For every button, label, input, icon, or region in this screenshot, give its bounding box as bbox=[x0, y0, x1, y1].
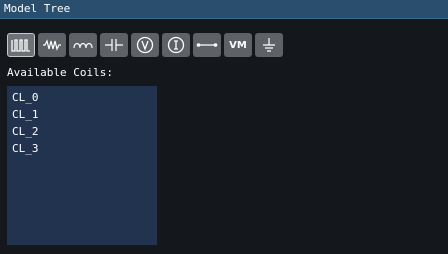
voltage-source-icon bbox=[136, 36, 154, 54]
coil-icon bbox=[11, 39, 30, 52]
list-item[interactable]: CL_0 bbox=[7, 89, 157, 106]
ground-button[interactable] bbox=[255, 33, 283, 57]
inductor-icon bbox=[73, 42, 93, 49]
voltage-source-button[interactable] bbox=[131, 33, 159, 57]
wire-icon bbox=[196, 43, 218, 47]
available-coils-label: Available Coils: bbox=[7, 66, 113, 79]
resistor-button[interactable] bbox=[38, 33, 66, 57]
current-source-button[interactable] bbox=[162, 33, 190, 57]
title-bar[interactable]: Model Tree bbox=[0, 0, 448, 19]
ground-icon bbox=[263, 38, 275, 52]
resistor-icon bbox=[43, 39, 61, 51]
wire-button[interactable] bbox=[193, 33, 221, 57]
inductor-button[interactable] bbox=[69, 33, 97, 57]
component-toolbar: VM bbox=[7, 33, 283, 57]
model-tree-panel: Model Tree VM Available Coils: CL_0 CL_1… bbox=[0, 0, 448, 254]
current-source-icon bbox=[167, 36, 185, 54]
list-item[interactable]: CL_1 bbox=[7, 106, 157, 123]
list-item[interactable]: CL_3 bbox=[7, 140, 157, 157]
window-title: Model Tree bbox=[4, 2, 71, 15]
list-item[interactable]: CL_2 bbox=[7, 123, 157, 140]
voltmeter-icon: VM bbox=[229, 39, 247, 51]
capacitor-button[interactable] bbox=[100, 33, 128, 57]
capacitor-icon bbox=[105, 39, 123, 51]
coil-button[interactable] bbox=[7, 33, 35, 57]
voltmeter-button[interactable]: VM bbox=[224, 33, 252, 57]
coil-list[interactable]: CL_0 CL_1 CL_2 CL_3 bbox=[7, 86, 157, 245]
